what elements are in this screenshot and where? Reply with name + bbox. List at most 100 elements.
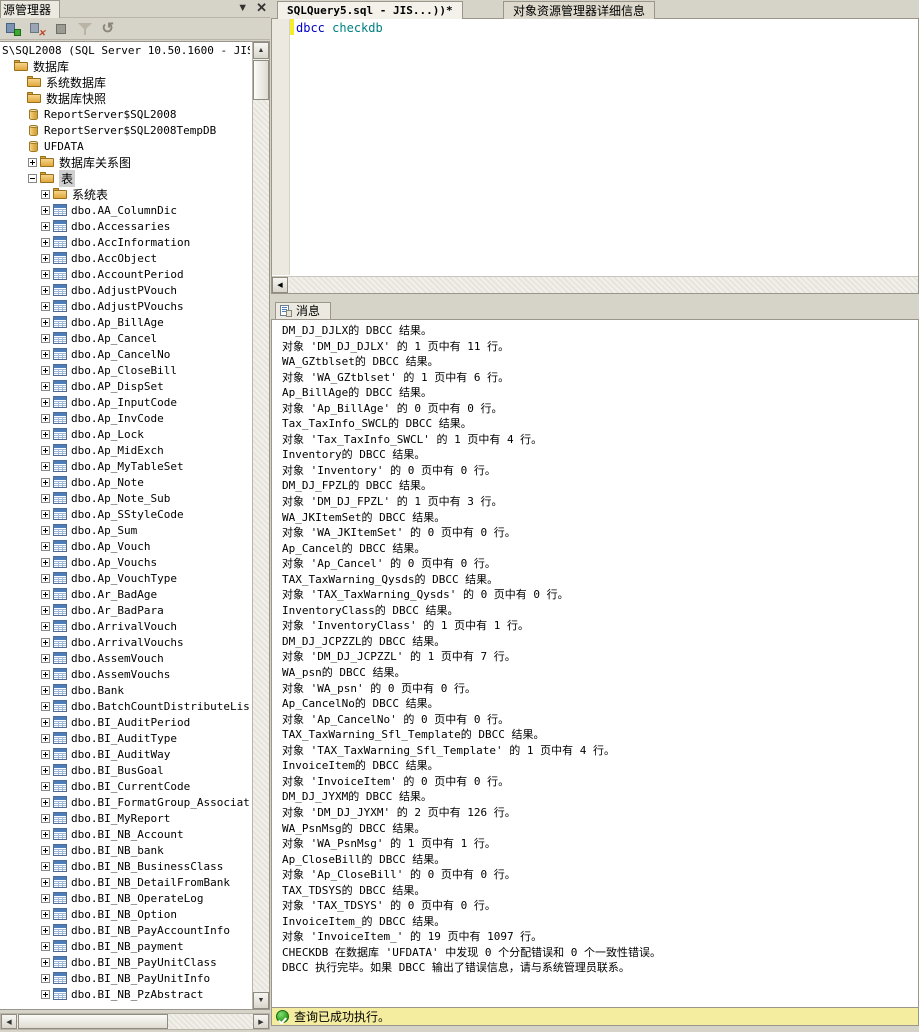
- tree-node[interactable]: dbo.BI_CurrentCode: [0, 778, 252, 794]
- chevron-down-icon[interactable]: ▼: [237, 1, 248, 15]
- tree-node[interactable]: dbo.Ap_Vouchs: [0, 554, 252, 570]
- tree-node[interactable]: dbo.Ap_CancelNo: [0, 346, 252, 362]
- disconnect-button[interactable]: ✕: [25, 19, 49, 39]
- expand-plus-icon[interactable]: [41, 701, 50, 711]
- tree-node[interactable]: dbo.Ap_Lock: [0, 426, 252, 442]
- expand-plus-icon[interactable]: [41, 541, 50, 551]
- object-explorer-tree[interactable]: S\SQL2008 (SQL Server 10.50.1600 - JIS\A…: [0, 41, 270, 1010]
- expand-plus-icon[interactable]: [41, 381, 50, 391]
- tree-node[interactable]: dbo.AssemVouchs: [0, 666, 252, 682]
- tree-node[interactable]: dbo.BI_NB_PayUnitClass: [0, 954, 252, 970]
- tree-node[interactable]: dbo.Ap_Vouch: [0, 538, 252, 554]
- tab-object-explorer-details[interactable]: 对象资源管理器详细信息: [503, 1, 656, 19]
- expand-plus-icon[interactable]: [41, 749, 50, 759]
- tree-node[interactable]: dbo.BI_AuditType: [0, 730, 252, 746]
- expand-plus-icon[interactable]: [41, 349, 50, 359]
- tree-node[interactable]: dbo.Bank: [0, 682, 252, 698]
- expand-plus-icon[interactable]: [41, 957, 50, 967]
- expand-plus-icon[interactable]: [41, 685, 50, 695]
- expand-plus-icon[interactable]: [41, 477, 50, 487]
- messages-output[interactable]: DM_DJ_DJLX的 DBCC 结果。 对象 'DM_DJ_DJLX' 的 1 …: [271, 319, 919, 1007]
- tree-vertical-scrollbar[interactable]: ▲ ▼: [252, 42, 269, 1009]
- scroll-left-button[interactable]: ◀: [1, 1014, 17, 1029]
- connect-button[interactable]: [1, 19, 25, 39]
- expand-plus-icon[interactable]: [41, 653, 50, 663]
- tree-node[interactable]: dbo.Ap_InputCode: [0, 394, 252, 410]
- tree-node[interactable]: dbo.BI_NB_PayUnitInfo: [0, 970, 252, 986]
- tree-node[interactable]: dbo.ArrivalVouchs: [0, 634, 252, 650]
- tree-node[interactable]: dbo.AccObject: [0, 250, 252, 266]
- expand-plus-icon[interactable]: [41, 845, 50, 855]
- expand-plus-icon[interactable]: [41, 221, 50, 231]
- tree-node[interactable]: dbo.Ap_Note: [0, 474, 252, 490]
- tree-node[interactable]: 系统表: [0, 186, 252, 202]
- tree-node[interactable]: dbo.Ap_SStyleCode: [0, 506, 252, 522]
- expand-plus-icon[interactable]: [41, 765, 50, 775]
- tab-messages[interactable]: 消息: [275, 302, 332, 319]
- scroll-right-button[interactable]: ▶: [253, 1014, 269, 1029]
- tree-node[interactable]: dbo.BI_FormatGroup_Associate: [0, 794, 252, 810]
- tree-vscroll-track[interactable]: [253, 60, 269, 991]
- expand-plus-icon[interactable]: [41, 413, 50, 423]
- stop-button[interactable]: [49, 19, 73, 39]
- expand-plus-icon[interactable]: [41, 941, 50, 951]
- tree-node[interactable]: UFDATA: [0, 138, 252, 154]
- close-icon[interactable]: ✕: [256, 1, 267, 15]
- tree-node[interactable]: dbo.BI_NB_PzAbstract: [0, 986, 252, 1002]
- scroll-down-button[interactable]: ▼: [253, 992, 269, 1009]
- tree-node[interactable]: dbo.BI_NB_bank: [0, 842, 252, 858]
- expand-plus-icon[interactable]: [41, 317, 50, 327]
- refresh-button[interactable]: ↺: [97, 19, 121, 39]
- expand-plus-icon[interactable]: [41, 781, 50, 791]
- tree-node[interactable]: dbo.BI_AuditPeriod: [0, 714, 252, 730]
- expand-plus-icon[interactable]: [41, 397, 50, 407]
- tree-node[interactable]: dbo.AccountPeriod: [0, 266, 252, 282]
- expand-plus-icon[interactable]: [41, 669, 50, 679]
- expand-plus-icon[interactable]: [41, 253, 50, 263]
- tree-node[interactable]: dbo.Ap_MyTableSet: [0, 458, 252, 474]
- tree-node[interactable]: ReportServer$SQL2008: [0, 106, 252, 122]
- expand-plus-icon[interactable]: [41, 605, 50, 615]
- collapse-minus-icon[interactable]: [28, 173, 37, 183]
- tree-node[interactable]: 数据库快照: [0, 90, 252, 106]
- tree-node[interactable]: dbo.BI_NB_BusinessClass: [0, 858, 252, 874]
- object-explorer-tab[interactable]: 源管理器: [0, 0, 61, 18]
- tree-node[interactable]: dbo.BI_MyReport: [0, 810, 252, 826]
- tree-node[interactable]: dbo.AP_DispSet: [0, 378, 252, 394]
- tree-node[interactable]: 系统数据库: [0, 74, 252, 90]
- expand-plus-icon[interactable]: [41, 621, 50, 631]
- tree-node[interactable]: dbo.Ar_BadAge: [0, 586, 252, 602]
- expand-plus-icon[interactable]: [41, 973, 50, 983]
- expand-plus-icon[interactable]: [41, 205, 50, 215]
- tree-node[interactable]: 数据库关系图: [0, 154, 252, 170]
- expand-plus-icon[interactable]: [41, 637, 50, 647]
- expand-plus-icon[interactable]: [41, 461, 50, 471]
- tree-node[interactable]: dbo.AA_ColumnDic: [0, 202, 252, 218]
- scroll-up-button[interactable]: ▲: [253, 42, 269, 59]
- tree-node[interactable]: dbo.BI_NB_Account: [0, 826, 252, 842]
- expand-plus-icon[interactable]: [41, 237, 50, 247]
- tree-node[interactable]: dbo.Ap_Cancel: [0, 330, 252, 346]
- expand-plus-icon[interactable]: [41, 893, 50, 903]
- expand-plus-icon[interactable]: [41, 429, 50, 439]
- editor-scroll-left-button[interactable]: ◀: [272, 277, 288, 293]
- expand-plus-icon[interactable]: [41, 189, 50, 199]
- tree-hscroll-thumb[interactable]: [18, 1014, 168, 1029]
- tree-node[interactable]: dbo.Ar_BadPara: [0, 602, 252, 618]
- expand-plus-icon[interactable]: [41, 509, 50, 519]
- tree-node[interactable]: dbo.Ap_CloseBill: [0, 362, 252, 378]
- expand-plus-icon[interactable]: [28, 157, 37, 167]
- expand-plus-icon[interactable]: [41, 797, 50, 807]
- tree-node[interactable]: dbo.BI_NB_PayAccountInfo: [0, 922, 252, 938]
- editor-code-line[interactable]: dbcc checkdb: [296, 21, 383, 35]
- editor-hscroll-track[interactable]: [289, 277, 918, 293]
- tree-node[interactable]: dbo.BI_AuditWay: [0, 746, 252, 762]
- expand-plus-icon[interactable]: [41, 573, 50, 583]
- filter-button[interactable]: [73, 19, 97, 39]
- tree-node[interactable]: 表: [0, 169, 252, 187]
- expand-plus-icon[interactable]: [41, 989, 50, 999]
- expand-plus-icon[interactable]: [41, 589, 50, 599]
- tree-node-server[interactable]: S\SQL2008 (SQL Server 10.50.1600 - JIS\A…: [0, 42, 252, 58]
- tab-sqlquery5[interactable]: SQLQuery5.sql - JIS...))*: [277, 1, 463, 19]
- tree-horizontal-scrollbar[interactable]: ◀ ▶: [0, 1011, 270, 1032]
